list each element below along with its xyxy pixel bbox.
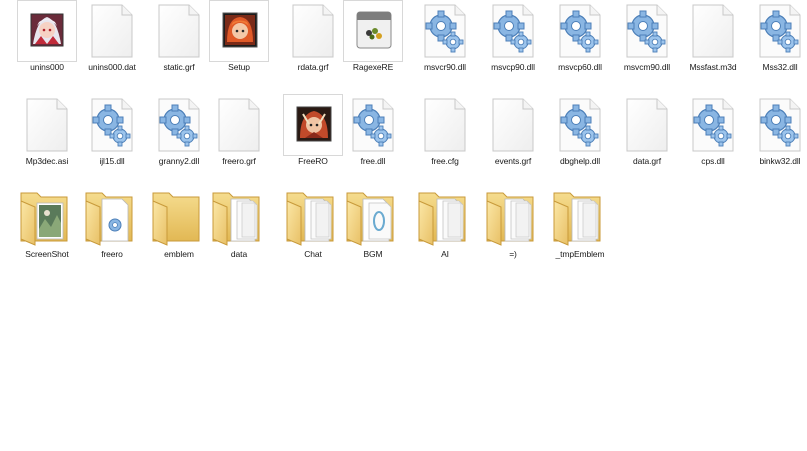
folder-image-icon (17, 185, 77, 247)
blank-file-icon (415, 94, 475, 156)
file-setup[interactable]: Setup (206, 0, 272, 80)
file-explorer-view: unins000 unins000.dat static.grf Setup r… (0, 0, 807, 451)
anime-girl-app-icon (17, 0, 77, 62)
file-free-dll[interactable]: free.dll (340, 94, 406, 174)
blank-file-icon (617, 94, 677, 156)
file-freero-grf[interactable]: freero.grf (206, 94, 272, 174)
file-msvcr90-dll[interactable]: msvcr90.dll (412, 0, 478, 80)
file-mss32-dll[interactable]: Mss32.dll (747, 0, 807, 80)
dll-gear-icon (149, 94, 209, 156)
file-ijl15-dll[interactable]: ijl15.dll (79, 94, 145, 174)
file-label: freero.grf (222, 156, 256, 166)
dll-gear-icon (415, 0, 475, 62)
folder-item[interactable]: =) (480, 185, 546, 265)
dll-gear-icon (750, 0, 807, 62)
file-cps-dll[interactable]: cps.dll (680, 94, 746, 174)
file-data-grf[interactable]: data.grf (614, 94, 680, 174)
dll-gear-icon (550, 0, 610, 62)
folder-media-icon (343, 185, 403, 247)
dll-gear-icon (343, 94, 403, 156)
dll-gear-icon (750, 94, 807, 156)
blank-file-icon (483, 94, 543, 156)
redhead-character-app-icon (209, 0, 269, 62)
freero-character-app-icon (283, 94, 343, 156)
file-msvcp90-dll[interactable]: msvcp90.dll (480, 0, 546, 80)
file-label: free.dll (360, 156, 386, 166)
dll-gear-icon (617, 0, 677, 62)
file-label: _tmpEmblem (555, 249, 605, 259)
file-events-grf[interactable]: events.grf (480, 94, 546, 174)
dll-gear-icon (683, 94, 743, 156)
file-label: Setup (228, 62, 250, 72)
dll-gear-icon (82, 94, 142, 156)
dll-gear-icon (483, 0, 543, 62)
file-msvcm90-dll[interactable]: msvcm90.dll (614, 0, 680, 80)
folder-bgm[interactable]: BGM (340, 185, 406, 265)
folder-files-icon (483, 185, 543, 247)
file-label: binkw32.dll (759, 156, 801, 166)
file-label: BGM (363, 249, 383, 259)
folder-files-icon (209, 185, 269, 247)
file-msvcp60-dll[interactable]: msvcp60.dll (547, 0, 613, 80)
file-ragexere[interactable]: RagexeRE (340, 0, 406, 80)
folder-freero[interactable]: freero (79, 185, 145, 265)
file-label: data (230, 249, 248, 259)
file-binkw32-dll[interactable]: binkw32.dll (747, 94, 807, 174)
folder-tmpemblem[interactable]: _tmpEmblem (547, 185, 613, 265)
file-free-cfg[interactable]: free.cfg (412, 94, 478, 174)
blank-file-icon (209, 94, 269, 156)
file-label: RagexeRE (352, 62, 394, 72)
folder-data[interactable]: data (206, 185, 272, 265)
folder-empty-icon (149, 185, 209, 247)
blank-file-icon (17, 94, 77, 156)
folder-files-icon (550, 185, 610, 247)
blank-file-icon (283, 0, 343, 62)
window-app-icon (343, 0, 403, 62)
folder-files-icon (415, 185, 475, 247)
blank-file-icon (683, 0, 743, 62)
file-mssfast-m3d[interactable]: Mssfast.m3d (680, 0, 746, 80)
file-dbghelp-dll[interactable]: dbghelp.dll (547, 94, 613, 174)
folder-files-icon (283, 185, 343, 247)
folder-ai[interactable]: AI (412, 185, 478, 265)
blank-file-icon (149, 0, 209, 62)
dll-gear-icon (550, 94, 610, 156)
blank-file-icon (82, 0, 142, 62)
file-label: Mss32.dll (762, 62, 798, 72)
file-unins000-dat[interactable]: unins000.dat (79, 0, 145, 80)
folder-dll-icon (82, 185, 142, 247)
